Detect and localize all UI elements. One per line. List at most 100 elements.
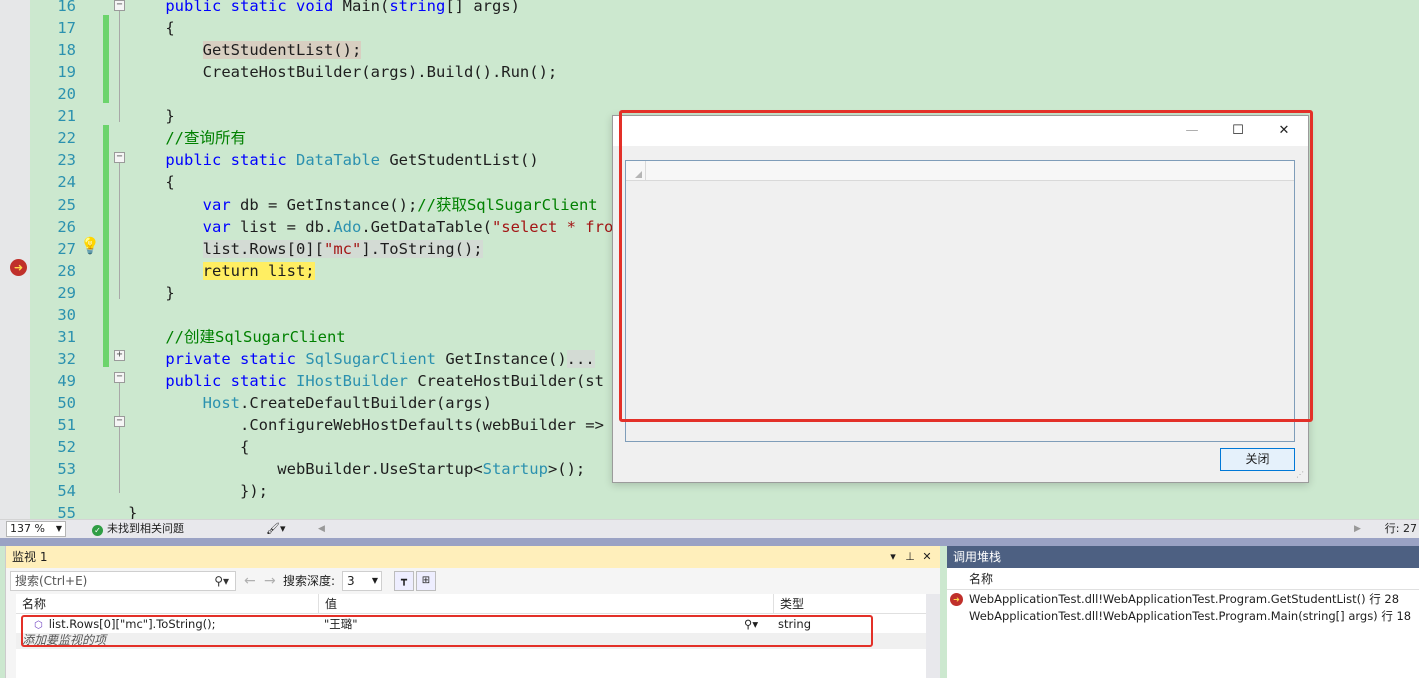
close-icon[interactable]: ✕ — [920, 546, 934, 568]
zoom-dropdown[interactable]: 137 % ▼ — [6, 521, 66, 537]
dropdown-icon[interactable]: ▾ — [886, 546, 900, 568]
code-line[interactable]: 20 — [0, 83, 1419, 105]
code-text[interactable]: private static SqlSugarClient GetInstanc… — [128, 348, 595, 370]
line-number: 52 — [57, 438, 76, 457]
watch-search-input[interactable]: 搜索(Ctrl+E) ⚲▾ — [10, 571, 236, 591]
issues-indicator[interactable]: ✓ 未找到相关问题 — [92, 520, 184, 538]
lightbulb-icon[interactable]: 💡 — [80, 236, 100, 256]
line-number: 29 — [57, 283, 76, 302]
code-token: CreateHostBuilder(st — [408, 372, 604, 391]
code-text[interactable]: { — [128, 171, 174, 193]
line-number: 18 — [57, 41, 76, 60]
code-token: .CreateDefaultBuilder(args) — [239, 394, 492, 413]
code-line[interactable]: 19 CreateHostBuilder(args).Build().Run()… — [0, 61, 1419, 83]
code-text[interactable]: } — [128, 502, 137, 519]
code-text[interactable]: { — [128, 17, 174, 39]
search-back-arrow-icon[interactable]: ← — [244, 571, 256, 591]
code-text[interactable]: GetStudentList(); — [128, 39, 362, 61]
scroll-left-arrow-icon[interactable]: ◀ — [318, 520, 325, 538]
pin-to-source-icon[interactable]: ┳ — [394, 571, 414, 591]
line-number: 50 — [57, 394, 76, 413]
code-token: IHostBuilder — [296, 372, 408, 391]
search-forward-arrow-icon[interactable]: → — [264, 571, 276, 591]
code-text[interactable]: var list = db.Ado.GetDataTable("select *… — [128, 216, 623, 238]
line-number: 31 — [57, 327, 76, 346]
code-token: list = db. — [230, 217, 334, 236]
column-value[interactable]: 值 — [318, 594, 773, 614]
line-number: 17 — [57, 19, 76, 38]
code-text[interactable]: } — [128, 282, 175, 304]
code-cleanup-icon[interactable]: 🖌▾ — [266, 520, 286, 538]
column-type[interactable]: 类型 — [773, 594, 926, 614]
code-line[interactable]: 55} — [0, 502, 1419, 519]
line-number: 53 — [57, 460, 76, 479]
code-token: "mc" — [323, 239, 362, 258]
code-text[interactable]: var db = GetInstance();//获取SqlSugarClien… — [128, 194, 598, 216]
collapse-toggle[interactable]: − — [114, 372, 125, 383]
callstack-frame[interactable]: WebApplicationTest.dll!WebApplicationTes… — [947, 608, 1419, 625]
code-text[interactable]: } — [128, 105, 174, 127]
line-number: 28 — [57, 261, 76, 280]
code-text[interactable]: list.Rows[0]["mc"].ToString(); — [128, 238, 483, 260]
code-text[interactable]: public static DataTable GetStudentList() — [128, 149, 538, 171]
line-indicator: 行: 27 — [1384, 522, 1417, 535]
collapse-toggle[interactable]: − — [114, 152, 125, 163]
code-text[interactable]: { — [128, 436, 249, 458]
line-number: 21 — [57, 107, 76, 126]
code-text[interactable]: //创建SqlSugarClient — [128, 326, 345, 348]
code-line[interactable]: 18 GetStudentList(); — [0, 39, 1419, 61]
search-icon[interactable]: ⚲▾ — [214, 572, 229, 590]
code-text[interactable]: return list; — [128, 260, 315, 282]
code-token: GetStudentList(); — [202, 41, 362, 60]
fold-guide — [119, 163, 120, 299]
annotation-highlight-box — [619, 110, 1313, 422]
code-token: Host — [202, 394, 240, 413]
resize-grip-icon[interactable]: ⋰ — [1296, 470, 1306, 480]
collapse-toggle[interactable]: − — [114, 0, 125, 11]
code-token: } — [128, 283, 175, 302]
watch-scrollbar[interactable] — [926, 594, 940, 678]
collapse-toggle[interactable]: − — [114, 416, 125, 427]
code-token: //获取SqlSugarClient — [417, 195, 598, 214]
code-text[interactable]: .ConfigureWebHostDefaults(webBuilder => — [128, 414, 604, 436]
code-line[interactable]: 17 { — [0, 17, 1419, 39]
hex-display-icon[interactable]: ⊞ — [416, 571, 436, 591]
code-text[interactable]: Host.CreateDefaultBuilder(args) — [128, 392, 492, 414]
scroll-right-arrow-icon[interactable]: ▶ — [1354, 520, 1361, 538]
code-text[interactable]: }); — [128, 480, 268, 502]
current-statement-arrow-icon[interactable]: ➜ — [10, 259, 27, 276]
fold-guide — [119, 383, 120, 493]
code-text[interactable]: webBuilder.UseStartup<Startup>(); — [128, 458, 585, 480]
close-button[interactable]: 关闭 — [1220, 448, 1295, 471]
code-token: SqlSugarClient — [305, 349, 436, 368]
column-name[interactable]: 名称 — [969, 568, 993, 590]
search-depth-dropdown[interactable]: 3 ▼ — [342, 571, 382, 591]
callstack-frame-label: WebApplicationTest.dll!WebApplicationTes… — [969, 592, 1400, 606]
callstack-frame[interactable]: ➜ WebApplicationTest.dll!WebApplicationT… — [947, 591, 1419, 608]
code-text[interactable]: public static IHostBuilder CreateHostBui… — [128, 370, 604, 392]
watch-panel-title[interactable]: 监视 1 ▾ ⊥ ✕ — [6, 546, 940, 568]
code-token: list.Rows[0][ — [202, 239, 324, 258]
panel-splitter[interactable] — [0, 538, 1419, 546]
pin-icon[interactable]: ⊥ — [903, 546, 917, 568]
column-name[interactable]: 名称 — [16, 594, 318, 614]
code-line[interactable]: 54 }); — [0, 480, 1419, 502]
code-text[interactable]: //查询所有 — [128, 127, 246, 149]
code-text[interactable]: CreateHostBuilder(args).Build().Run(); — [128, 61, 558, 83]
code-text[interactable]: public static void Main(string[] args) — [128, 0, 520, 17]
watch-panel: 监视 1 ▾ ⊥ ✕ 搜索(Ctrl+E) ⚲▾ ← → 搜索深度: 3 ▼ ┳… — [5, 546, 940, 678]
callstack-title[interactable]: 调用堆栈 — [947, 546, 1419, 568]
line-number: 55 — [57, 504, 76, 519]
code-line[interactable]: 16 public static void Main(string[] args… — [0, 0, 1419, 17]
expand-toggle[interactable]: + — [114, 350, 125, 361]
line-number: 25 — [57, 195, 76, 214]
